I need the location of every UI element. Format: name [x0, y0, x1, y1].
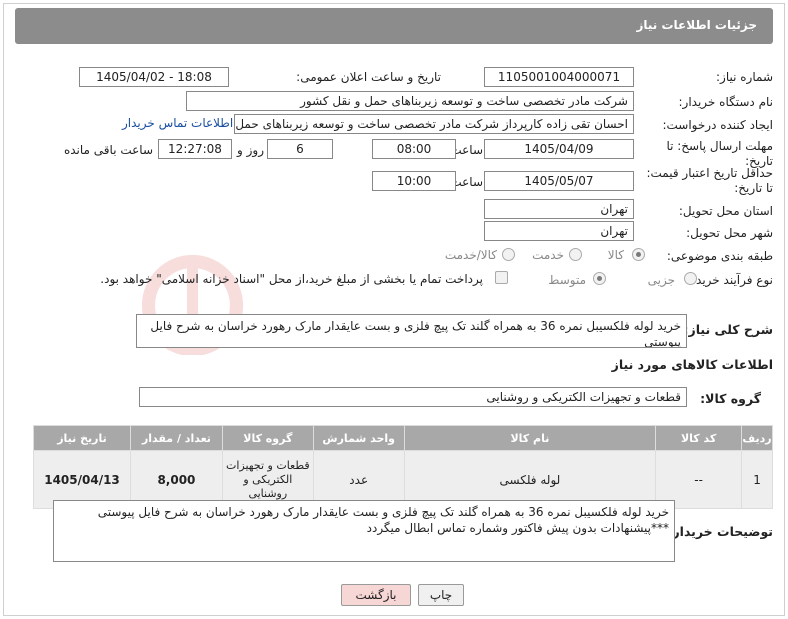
- col-item-group: گروه کالا: [221, 425, 314, 451]
- goods-group-field: قطعات و تجهیزات الکتریکی و روشنایی: [139, 387, 687, 407]
- category-label: طبقه بندی موضوعی:: [666, 249, 773, 263]
- category-option-goods: کالا: [607, 248, 624, 262]
- process-type-label: نوع فرآیند خرید :: [688, 273, 773, 287]
- remaining-time-field: 12:27:08: [158, 139, 232, 159]
- col-row-number: ردیف: [741, 425, 773, 451]
- buyer-notes-textarea[interactable]: خرید لوله فلکسیبل نمره 36 به همراه گلند …: [53, 500, 675, 562]
- days-and-label: روز و: [237, 143, 264, 157]
- items-table: ردیف کد کالا نام کالا واحد شمارش گروه کا…: [33, 425, 773, 509]
- treasury-payment-checkbox[interactable]: [495, 271, 508, 284]
- buyer-notes-label: توضیحات خریدار:: [667, 524, 773, 539]
- deadline-date-field: 1405/04/09: [484, 139, 634, 159]
- general-desc-label: شرح کلی نیاز:: [683, 322, 773, 337]
- category-option-both: کالا/خدمت: [444, 248, 497, 262]
- need-number-field: 1105001004000071: [484, 67, 634, 87]
- need-number-label: شماره نیاز:: [716, 70, 773, 84]
- items-table-header-row: ردیف کد کالا نام کالا واحد شمارش گروه کا…: [33, 425, 773, 451]
- category-option-service: خدمت: [532, 248, 564, 262]
- contact-info-link[interactable]: اطلاعات تماس خریدار: [122, 116, 233, 130]
- buyer-notes-line-1: خرید لوله فلکسیبل نمره 36 به همراه گلند …: [97, 505, 669, 519]
- days-remaining-field: 6: [267, 139, 333, 159]
- back-button[interactable]: بازگشت: [341, 584, 411, 606]
- remaining-label: ساعت باقی مانده: [63, 143, 153, 157]
- col-quantity: تعداد / مقدار: [130, 425, 223, 451]
- category-radio-both[interactable]: [502, 248, 515, 261]
- validity-date-field: 1405/05/07: [484, 171, 634, 191]
- validity-label: حداقل تاریخ اعتبار قیمت: تا تاریخ:: [646, 166, 773, 195]
- col-unit: واحد شمارش: [312, 425, 405, 451]
- col-item-code: کد کالا: [655, 425, 743, 451]
- general-desc-textarea[interactable]: خرید لوله فلکسیبل نمره 36 به همراه گلند …: [136, 314, 687, 348]
- header-bar: جزئیات اطلاعات نیاز: [15, 8, 773, 44]
- page-title: جزئیات اطلاعات نیاز: [636, 18, 757, 32]
- buyer-org-label: نام دستگاه خریدار:: [678, 95, 774, 109]
- announce-datetime-label: تاریخ و ساعت اعلان عمومی:: [296, 70, 441, 84]
- treasury-payment-note: پرداخت تمام یا بخشی از مبلغ خرید،از محل …: [100, 272, 483, 286]
- category-radio-goods[interactable]: [632, 248, 645, 261]
- print-button[interactable]: چاپ: [418, 584, 464, 606]
- col-item-name: نام کالا: [403, 425, 657, 451]
- process-radio-minor[interactable]: [684, 272, 697, 285]
- delivery-city-label: شهر محل تحویل:: [686, 226, 773, 240]
- buyer-org-field: شرکت مادر تخصصی ساخت و توسعه زیربناهای ح…: [186, 91, 634, 111]
- delivery-province-label: استان محل تحویل:: [678, 204, 773, 218]
- province-field: تهران: [484, 199, 634, 219]
- goods-group-label: گروه کالا:: [700, 391, 761, 406]
- buyer-notes-line-2: ***پیشنهادات بدون پیش فاکتور وشماره تماس…: [366, 521, 669, 535]
- process-option-medium: متوسط: [548, 273, 586, 287]
- validity-time-field: 10:00: [372, 171, 456, 191]
- requester-field: احسان تقی زاده کارپرداز شرکت مادر تخصصی …: [234, 114, 634, 134]
- goods-info-heading: اطلاعات کالاهای مورد نیاز: [611, 357, 773, 372]
- cell-row-number: 1: [741, 450, 773, 509]
- process-radio-medium[interactable]: [593, 272, 606, 285]
- city-field: تهران: [484, 221, 634, 241]
- requester-label: ایجاد کننده درخواست:: [662, 118, 773, 132]
- announce-datetime-field: 1405/04/02 - 18:08: [79, 67, 229, 87]
- category-radio-service[interactable]: [569, 248, 582, 261]
- deadline-label: مهلت ارسال پاسخ: تا تاریخ:: [666, 139, 773, 168]
- deadline-time-field: 08:00: [372, 139, 456, 159]
- process-option-minor: جزیی: [647, 273, 675, 287]
- col-need-date: تاریخ نیاز: [33, 425, 131, 451]
